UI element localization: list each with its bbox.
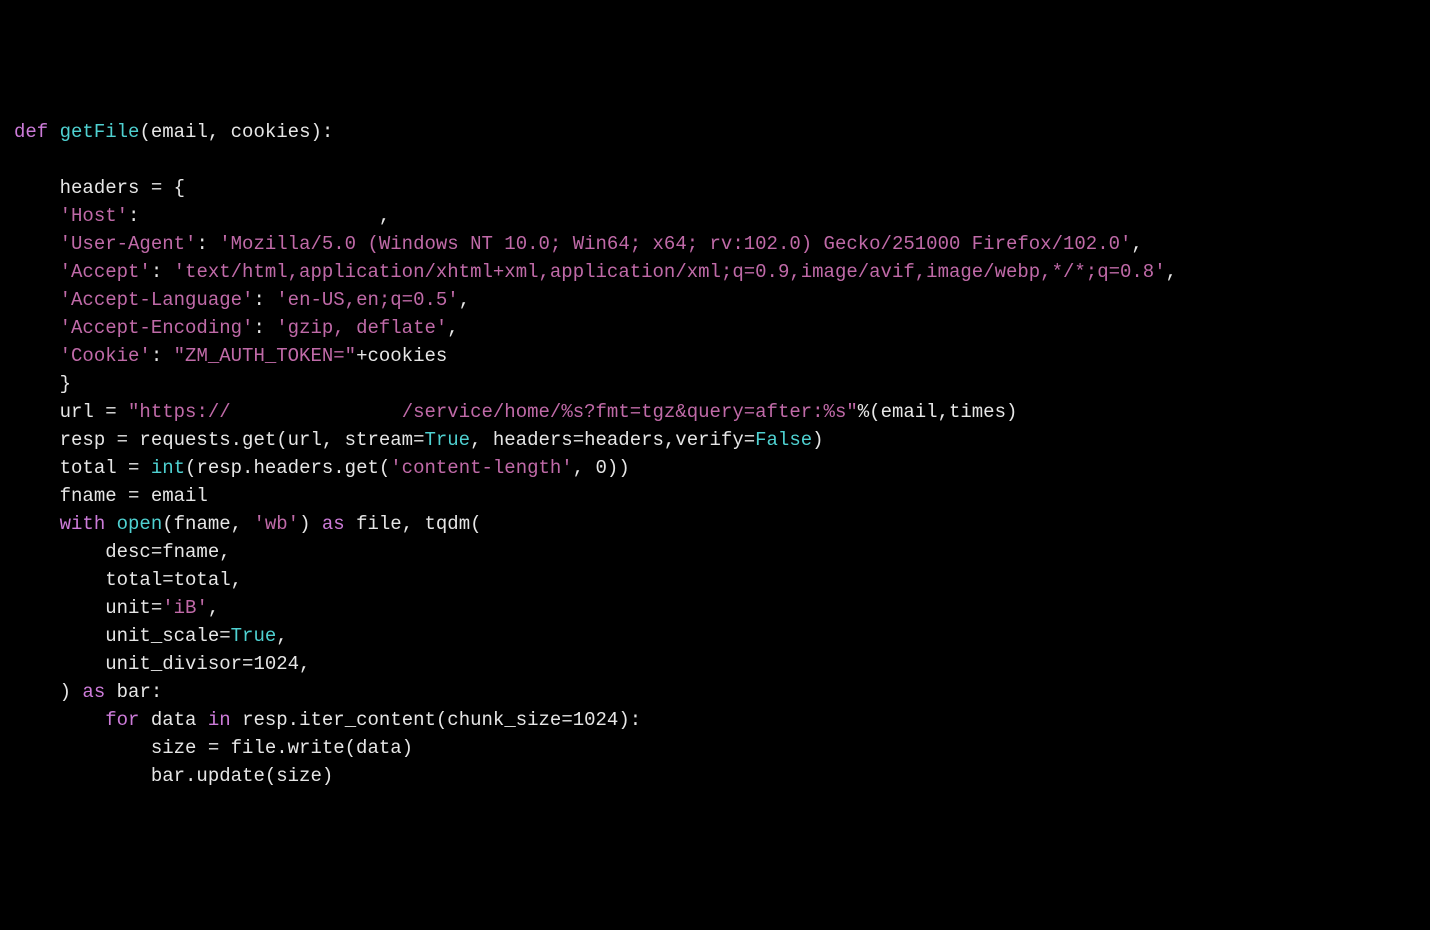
code-line: 'Accept-Language': 'en-US,en;q=0.5', [14,289,470,311]
code-line: total = int(resp.headers.get('content-le… [14,457,630,479]
code-line: fname = email [14,485,208,507]
code-line: for data in resp.iter_content(chunk_size… [14,709,641,731]
code-line: def getFile(email, cookies): [14,121,333,143]
code-line: resp = requests.get(url, stream=True, he… [14,429,824,451]
code-line: unit_scale=True, [14,625,288,647]
code-line: url = "https:// /service/home/%s?fmt=tgz… [14,401,1017,423]
code-line: 'Accept-Encoding': 'gzip, deflate', [14,317,459,339]
code-line: desc=fname, [14,541,231,563]
code-line: bar.update(size) [14,765,333,787]
code-line: 'Cookie': "ZM_AUTH_TOKEN="+cookies [14,345,447,367]
code-block: def getFile(email, cookies): headers = {… [14,118,1416,790]
code-line: 'Host': , [14,205,390,227]
code-line: headers = { [14,177,185,199]
code-line: unit_divisor=1024, [14,653,310,675]
code-line: size = file.write(data) [14,737,413,759]
code-line: with open(fname, 'wb') as file, tqdm( [14,513,482,535]
code-line: 'User-Agent': 'Mozilla/5.0 (Windows NT 1… [14,233,1143,255]
code-line: } [14,373,71,395]
code-line: ) as bar: [14,681,162,703]
code-line: total=total, [14,569,242,591]
code-line: 'Accept': 'text/html,application/xhtml+x… [14,261,1177,283]
code-line: unit='iB', [14,597,219,619]
